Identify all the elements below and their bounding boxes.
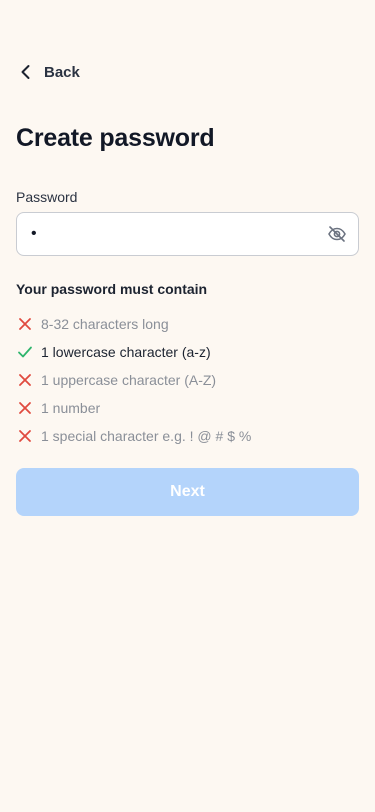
requirement-item: 1 number	[16, 394, 251, 422]
eye-off-icon[interactable]	[327, 224, 347, 244]
password-field	[16, 212, 359, 256]
requirement-label: 1 lowercase character (a-z)	[41, 344, 211, 360]
back-label: Back	[44, 63, 80, 81]
requirement-item: 1 special character e.g. ! @ # $ %	[16, 422, 251, 450]
requirement-label: 8-32 characters long	[41, 316, 169, 332]
requirement-item: 1 uppercase character (A-Z)	[16, 366, 251, 394]
check-icon	[16, 343, 34, 361]
page-title: Create password	[16, 124, 215, 152]
password-input[interactable]	[17, 213, 317, 255]
cross-icon	[16, 427, 34, 445]
cross-icon	[16, 371, 34, 389]
requirement-item: 1 lowercase character (a-z)	[16, 338, 251, 366]
requirement-label: 1 uppercase character (A-Z)	[41, 372, 217, 388]
cross-icon	[16, 399, 34, 417]
requirement-label: 1 number	[41, 400, 101, 416]
back-button[interactable]: Back	[16, 58, 80, 86]
cross-icon	[16, 315, 34, 333]
requirement-item: 8-32 characters long	[16, 310, 251, 338]
requirements-title: Your password must contain	[16, 281, 208, 297]
password-label: Password	[16, 189, 78, 205]
chevron-left-icon	[16, 62, 36, 82]
next-button[interactable]: Next	[16, 468, 359, 516]
requirements-list: 8-32 characters long 1 lowercase charact…	[16, 310, 251, 450]
requirement-label: 1 special character e.g. ! @ # $ %	[41, 428, 252, 444]
